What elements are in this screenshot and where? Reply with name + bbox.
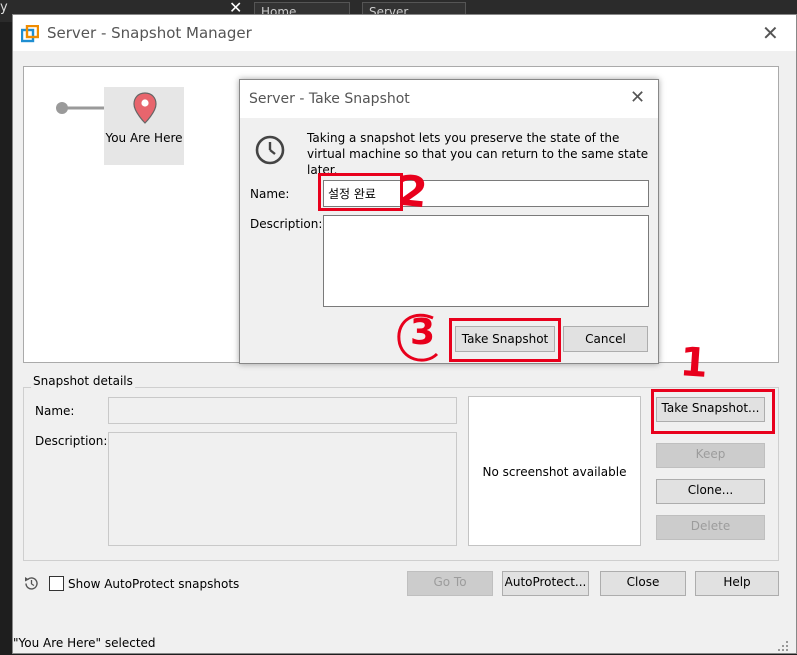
resize-grip-icon[interactable] xyxy=(777,640,789,652)
background-corner-label: y xyxy=(0,0,8,15)
delete-button[interactable]: Delete xyxy=(656,515,765,540)
vmware-logo-icon xyxy=(21,25,39,43)
dialog-cancel-button[interactable]: Cancel xyxy=(563,326,648,352)
highlight-dialog-take-snapshot xyxy=(449,318,561,362)
screenshot-preview: No screenshot available xyxy=(468,396,641,546)
close-icon[interactable]: ✕ xyxy=(762,23,779,43)
autoprotect-button[interactable]: AutoProtect... xyxy=(502,571,589,596)
no-screenshot-label: No screenshot available xyxy=(482,465,627,479)
dialog-title: Server - Take Snapshot xyxy=(249,91,410,107)
annotation-step-1: 1 xyxy=(678,339,710,387)
snapshot-description-input[interactable] xyxy=(323,215,649,307)
help-button[interactable]: Help xyxy=(695,571,779,596)
details-name-field xyxy=(108,397,457,424)
clock-icon xyxy=(255,135,285,165)
dialog-name-label: Name: xyxy=(250,187,290,201)
highlight-take-snapshot xyxy=(651,389,775,434)
dialog-description-label: Description: xyxy=(250,217,323,231)
take-snapshot-dialog: Server - Take Snapshot ✕ Taking a snapsh… xyxy=(239,79,659,364)
annotation-step-3: 3 xyxy=(410,312,436,353)
highlight-name-input xyxy=(318,173,403,211)
location-pin-icon xyxy=(133,92,157,124)
dialog-title-bar: Server - Take Snapshot ✕ xyxy=(240,80,658,118)
you-are-here-label: You Are Here xyxy=(105,131,183,145)
keep-button[interactable]: Keep xyxy=(656,443,765,468)
show-autoprotect-label[interactable]: Show AutoProtect snapshots xyxy=(68,577,239,591)
annotation-step-2: 2 xyxy=(395,165,430,218)
close-button[interactable]: Close xyxy=(600,571,686,596)
show-autoprotect-checkbox[interactable] xyxy=(49,576,64,591)
history-icon xyxy=(25,577,38,590)
status-text: "You Are Here" selected xyxy=(13,636,156,650)
dialog-info-text: Taking a snapshot lets you preserve the … xyxy=(307,131,649,177)
details-description-label: Description: xyxy=(35,434,108,448)
clone-button[interactable]: Clone... xyxy=(656,479,765,504)
details-name-label: Name: xyxy=(35,404,75,418)
snapshot-details-title: Snapshot details xyxy=(31,374,135,388)
window-title: Server - Snapshot Manager xyxy=(47,24,252,42)
details-description-field xyxy=(108,432,457,546)
title-bar: Server - Snapshot Manager ✕ xyxy=(13,15,796,51)
go-to-button[interactable]: Go To xyxy=(407,571,493,596)
dialog-close-icon[interactable]: ✕ xyxy=(630,89,645,107)
status-bar: "You Are Here" selected xyxy=(13,629,796,655)
